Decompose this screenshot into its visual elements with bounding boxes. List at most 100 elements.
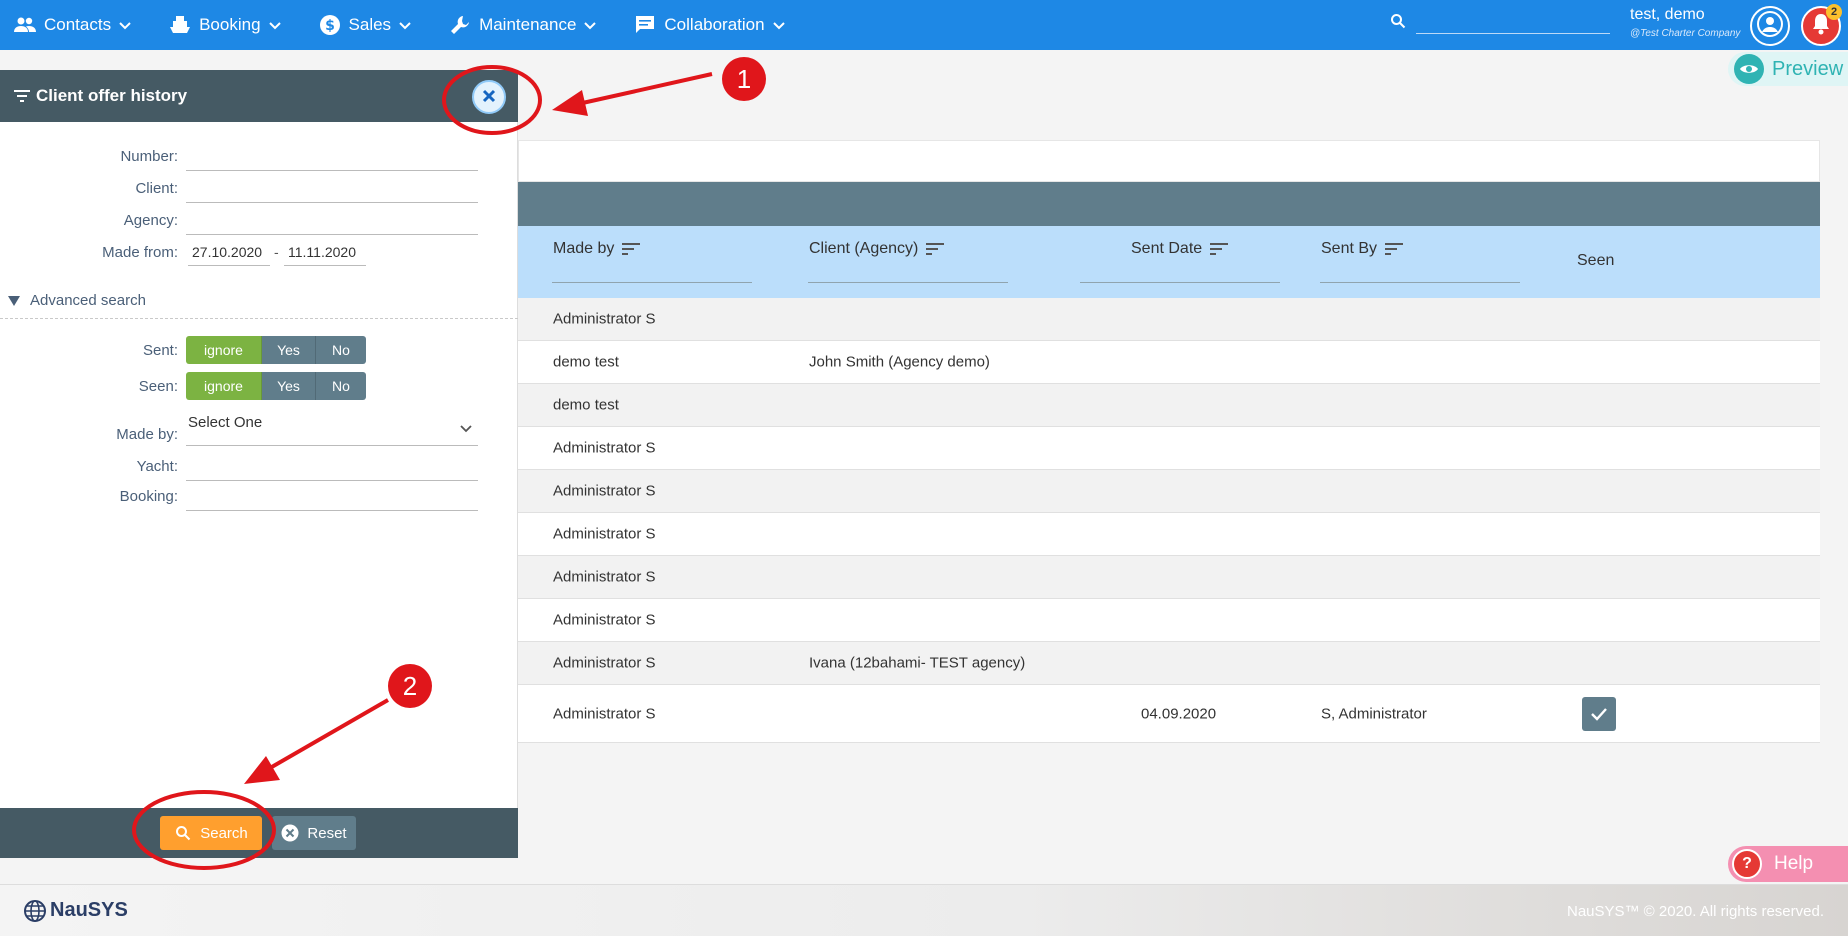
search-input[interactable] [1416,10,1610,34]
cell-client-agency: Ivana (12bahami- TEST agency) [809,654,1026,672]
filter-icon [14,89,30,103]
sent-ignore-button[interactable]: ignore [186,336,262,364]
table-row[interactable]: Administrator S Ivana (12bahami- TEST age… [518,642,1820,685]
nav-booking-label: Booking [199,15,261,34]
search-button[interactable]: Search [160,816,262,850]
top-nav-bar: Contacts Booking $ Sales Maintenance Col… [0,0,1848,50]
yacht-filter: Yacht: [0,454,518,482]
arrow-1-head [552,90,588,116]
global-search[interactable] [1390,10,1610,34]
cell-made-by: Administrator S [553,482,656,500]
number-input[interactable] [186,170,478,171]
nausys-logo: NauSYS [24,899,128,922]
column-seen: Seen [1577,252,1615,269]
advanced-search-toggle[interactable]: Advanced search [8,292,146,309]
nav-collaboration[interactable]: Collaboration [634,0,785,50]
cell-made-by: Administrator S [553,525,656,543]
help-button[interactable]: ? Help [1728,846,1848,882]
sort-icon[interactable] [1385,242,1404,256]
preview-button[interactable]: Preview [1728,52,1848,86]
table-row[interactable]: demo test [518,384,1820,427]
column-sent-date[interactable]: Sent Date [1131,240,1229,258]
column-made-by[interactable]: Made by [553,240,641,258]
chevron-down-icon [772,18,785,33]
table-row[interactable]: Administrator S [518,470,1820,513]
brand-name: NauSYS [50,899,128,921]
nav-contacts-label: Contacts [44,15,112,34]
filter-panel-footer: Search Reset [0,808,518,858]
copyright-text: NauSYS™ © 2020. All rights reserved. [1566,903,1824,920]
cell-sent-date: 04.09.2020 [1141,705,1217,722]
table-row[interactable]: demo test John Smith (Agency demo) [518,341,1820,384]
chevron-down-icon [119,18,131,33]
svg-text:$: $ [325,18,335,34]
nav-sales[interactable]: $ Sales [319,0,412,50]
seen-yes-button[interactable]: Yes [262,372,316,400]
client-label: Client: [135,180,178,197]
nav-contacts[interactable]: Contacts [14,0,131,50]
cell-made-by: Administrator S [553,705,656,722]
chat-icon [634,14,656,36]
client-input[interactable] [186,202,478,203]
number-label: Number: [120,148,178,165]
filter-panel-title: Client offer history [36,86,188,105]
seen-filter: Seen: ignore Yes No [0,372,518,402]
yacht-input[interactable] [186,480,478,481]
search-button-label: Search [200,824,248,842]
close-panel-button[interactable] [472,80,506,114]
help-label: Help [1774,853,1814,874]
date-to-input[interactable]: 11.11.2020 [284,240,366,266]
seen-ignore-button[interactable]: ignore [186,372,262,400]
agency-input[interactable] [186,234,478,235]
cell-made-by: Administrator S [553,439,656,457]
column-filter-made-by[interactable] [552,282,752,283]
table-row[interactable]: Administrator S [518,599,1820,642]
nav-sales-label: Sales [348,15,392,34]
reset-button[interactable]: Reset [272,816,356,850]
reset-button-label: Reset [307,824,347,842]
table-row[interactable]: Administrator S [518,427,1820,470]
table-body: Administrator S demo test John Smith (Agen… [518,298,1820,743]
search-icon [1390,13,1408,31]
sent-yes-button[interactable]: Yes [262,336,316,364]
nav-maintenance-label: Maintenance [479,15,577,34]
arrow-1-line [577,72,713,106]
sort-icon[interactable] [926,242,945,256]
date-from-input[interactable]: 27.10.2020 [188,240,270,266]
cell-made-by: Administrator S [553,611,656,629]
nav-maintenance[interactable]: Maintenance [449,0,597,50]
client-filter: Client: [0,176,518,204]
table-row[interactable]: Administrator S 04.09.2020 S, Administrato… [518,685,1820,743]
sent-no-button[interactable]: No [316,336,366,364]
profile-button[interactable] [1750,6,1790,46]
column-filter-sent-by[interactable] [1320,282,1520,283]
booking-input[interactable] [186,510,478,511]
table-row[interactable]: Administrator S [518,556,1820,599]
nav-booking[interactable]: Booking [169,0,281,50]
seen-checkbox[interactable] [1582,697,1616,731]
marker-1-circle [722,57,766,101]
made-from-filter: Made from: 27.10.2020 - 11.11.2020 [0,240,518,268]
column-sent-by[interactable]: Sent By [1321,240,1404,258]
notification-badge: 2 [1826,4,1842,20]
user-info[interactable]: test, demo @Test Charter Company [1630,6,1740,39]
question-icon: ? [1732,849,1762,879]
search-icon [174,824,192,842]
made-by-label: Made by: [116,426,178,443]
seen-no-button[interactable]: No [316,372,366,400]
column-filter-client[interactable] [808,282,1008,283]
column-client-agency[interactable]: Client (Agency) [809,240,945,258]
table-row[interactable]: Administrator S [518,298,1820,341]
table-header-bar [518,182,1820,226]
seen-label: Seen: [138,378,178,395]
marker-1-text: 1 [737,64,751,94]
sort-icon[interactable] [622,242,641,256]
sent-label: Sent: [142,342,178,359]
globe-icon [24,899,46,922]
chevron-down-icon [399,18,411,33]
cell-made-by: demo test [553,353,619,371]
column-filter-sent-date[interactable] [1080,282,1280,283]
sort-icon[interactable] [1210,242,1229,256]
table-row[interactable]: Administrator S [518,513,1820,556]
booking-label: Booking: [119,488,178,505]
